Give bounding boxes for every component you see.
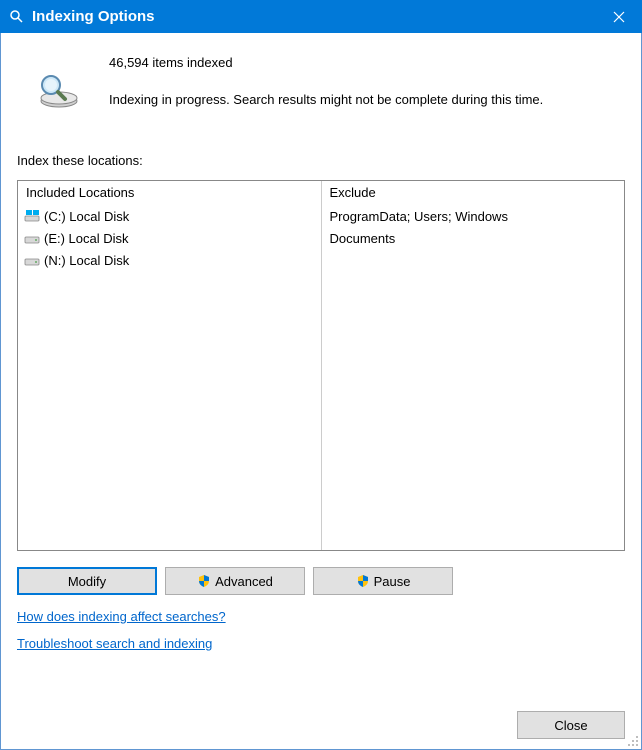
location-row[interactable]: (E:) Local Disk bbox=[22, 227, 317, 249]
close-icon bbox=[613, 11, 625, 23]
included-locations-header: Included Locations bbox=[18, 181, 321, 205]
exclude-value: Documents bbox=[326, 227, 621, 249]
included-locations-body[interactable]: (C:) Local Disk (E:) Local Disk bbox=[18, 205, 321, 550]
close-window-button[interactable] bbox=[596, 0, 642, 33]
close-button[interactable]: Close bbox=[517, 711, 625, 739]
uac-shield-icon bbox=[197, 574, 211, 588]
indexing-progress-message: Indexing in progress. Search results mig… bbox=[109, 92, 625, 107]
exclude-value bbox=[326, 249, 621, 271]
uac-shield-icon bbox=[356, 574, 370, 588]
exclude-body: ProgramData; Users; Windows Documents bbox=[322, 205, 625, 550]
location-row[interactable]: (N:) Local Disk bbox=[22, 249, 317, 271]
location-label: (E:) Local Disk bbox=[44, 231, 129, 246]
pause-button[interactable]: Pause bbox=[313, 567, 453, 595]
window-title: Indexing Options bbox=[32, 8, 596, 25]
indexing-options-icon bbox=[8, 9, 24, 25]
status-area: 46,594 items indexed Indexing in progres… bbox=[17, 51, 625, 113]
how-indexing-affects-link[interactable]: How does indexing affect searches? bbox=[17, 609, 226, 624]
titlebar: Indexing Options bbox=[0, 0, 642, 33]
exclude-value: ProgramData; Users; Windows bbox=[326, 205, 621, 227]
windows-disk-icon bbox=[24, 208, 40, 224]
exclude-header: Exclude bbox=[322, 181, 625, 205]
modify-button[interactable]: Modify bbox=[17, 567, 157, 595]
troubleshoot-link[interactable]: Troubleshoot search and indexing bbox=[17, 636, 212, 651]
items-indexed-count: 46,594 items indexed bbox=[109, 55, 625, 70]
status-text: 46,594 items indexed Indexing in progres… bbox=[109, 51, 625, 107]
dialog-content: 46,594 items indexed Indexing in progres… bbox=[0, 33, 642, 750]
location-label: (C:) Local Disk bbox=[44, 209, 129, 224]
index-locations-label: Index these locations: bbox=[17, 153, 625, 168]
location-row[interactable]: (C:) Local Disk bbox=[22, 205, 317, 227]
indexer-icon bbox=[33, 65, 81, 113]
close-row: Close bbox=[517, 711, 625, 739]
resize-grip[interactable] bbox=[625, 733, 639, 747]
location-label: (N:) Local Disk bbox=[44, 253, 129, 268]
disk-icon bbox=[24, 252, 40, 268]
advanced-button[interactable]: Advanced bbox=[165, 567, 305, 595]
button-row: Modify Advanced Pause bbox=[17, 567, 625, 595]
disk-icon bbox=[24, 230, 40, 246]
exclude-column: Exclude ProgramData; Users; Windows Docu… bbox=[322, 181, 625, 550]
locations-table: Included Locations (C:) Local Disk bbox=[17, 180, 625, 551]
included-locations-column: Included Locations (C:) Local Disk bbox=[18, 181, 322, 550]
